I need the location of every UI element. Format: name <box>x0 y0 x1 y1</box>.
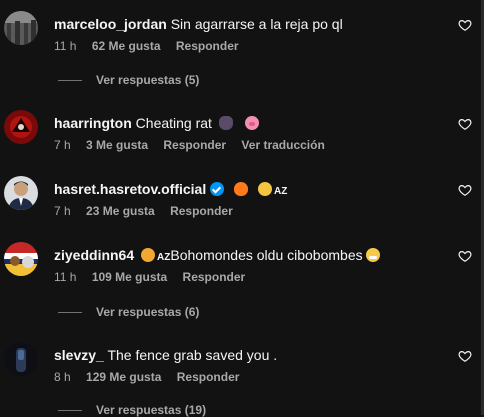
comment-username[interactable]: ziyeddinn64 <box>54 247 134 263</box>
region-tag: AZ <box>274 186 288 197</box>
reply-button[interactable]: Responder <box>177 370 240 384</box>
heart-icon[interactable] <box>458 249 472 263</box>
comment-time: 7 h <box>54 204 71 218</box>
avatar[interactable] <box>4 110 38 144</box>
avatar[interactable] <box>4 342 38 376</box>
view-replies-label[interactable]: Ver respuestas (5) <box>96 73 199 87</box>
replies-divider <box>58 312 82 314</box>
view-replies-button[interactable]: Ver respuestas (6) <box>58 305 199 319</box>
avatar[interactable] <box>4 176 38 210</box>
comment-likes[interactable]: 3 Me gusta <box>86 138 148 152</box>
comment-likes[interactable]: 23 Me gusta <box>86 204 155 218</box>
comment-line: slevzy_ The fence grab saved you . <box>54 345 277 365</box>
comment-likes[interactable]: 109 Me gusta <box>92 270 167 284</box>
lion-emoji <box>141 248 156 262</box>
translate-button[interactable]: Ver traducción <box>241 138 324 152</box>
grinning-face-emoji <box>365 248 380 262</box>
flexed-biceps-emoji <box>258 182 273 196</box>
comment-time: 11 h <box>54 39 77 53</box>
comment-line: hasret.hasretov.official AZ <box>54 179 287 199</box>
reply-button[interactable]: Responder <box>183 270 246 284</box>
comment-meta: 8 h 129 Me gusta Responder <box>54 369 251 385</box>
replies-divider <box>58 410 82 412</box>
verified-badge-icon <box>210 182 225 196</box>
comment-username[interactable]: haarrington <box>54 115 132 131</box>
comment-time: 11 h <box>54 270 77 284</box>
pig-face-emoji <box>244 116 259 130</box>
reply-button[interactable]: Responder <box>170 204 233 218</box>
comment-meta: 11 h 62 Me gusta Responder <box>54 38 251 54</box>
comment-username[interactable]: marceloo_jordan <box>54 16 167 32</box>
avatar[interactable] <box>4 11 38 45</box>
replies-divider <box>58 80 82 82</box>
comment-time: 7 h <box>54 138 71 152</box>
view-replies-button[interactable]: Ver respuestas (5) <box>58 73 199 87</box>
comment-line: haarrington Cheating rat <box>54 113 259 133</box>
comment-likes[interactable]: 62 Me gusta <box>92 39 161 53</box>
comment-meta: 7 h 3 Me gusta Responder Ver traducción <box>54 137 337 153</box>
comment-line: ziyeddinn64 AZBohomondes oldu cibobombes <box>54 245 380 265</box>
heart-icon[interactable] <box>458 18 472 32</box>
region-tag: AZ <box>157 252 171 263</box>
comment-text: Sin agarrarse a la reja po ql <box>170 16 343 32</box>
reply-button[interactable]: Responder <box>163 138 226 152</box>
comment-text: The fence grab saved you . <box>107 347 278 363</box>
comment-meta: 11 h 109 Me gusta Responder <box>54 269 257 285</box>
heart-icon[interactable] <box>458 183 472 197</box>
fire-emoji <box>234 182 249 196</box>
comment-meta: 7 h 23 Me gusta Responder <box>54 203 245 219</box>
view-replies-label[interactable]: Ver respuestas (6) <box>96 305 199 319</box>
comment-text: Bohomondes oldu cibobombes <box>170 247 363 263</box>
avatar[interactable] <box>4 242 38 276</box>
comment-username[interactable]: hasret.hasretov.official <box>54 181 206 197</box>
comment-likes[interactable]: 129 Me gusta <box>86 370 161 384</box>
comment-text: Cheating rat <box>135 115 212 131</box>
comment-username[interactable]: slevzy_ <box>54 347 104 363</box>
rat-emoji <box>218 116 233 130</box>
comment-line: marceloo_jordan Sin agarrarse a la reja … <box>54 14 343 34</box>
heart-icon[interactable] <box>458 349 472 363</box>
comment-time: 8 h <box>54 370 71 384</box>
reply-button[interactable]: Responder <box>176 39 239 53</box>
heart-icon[interactable] <box>458 117 472 131</box>
